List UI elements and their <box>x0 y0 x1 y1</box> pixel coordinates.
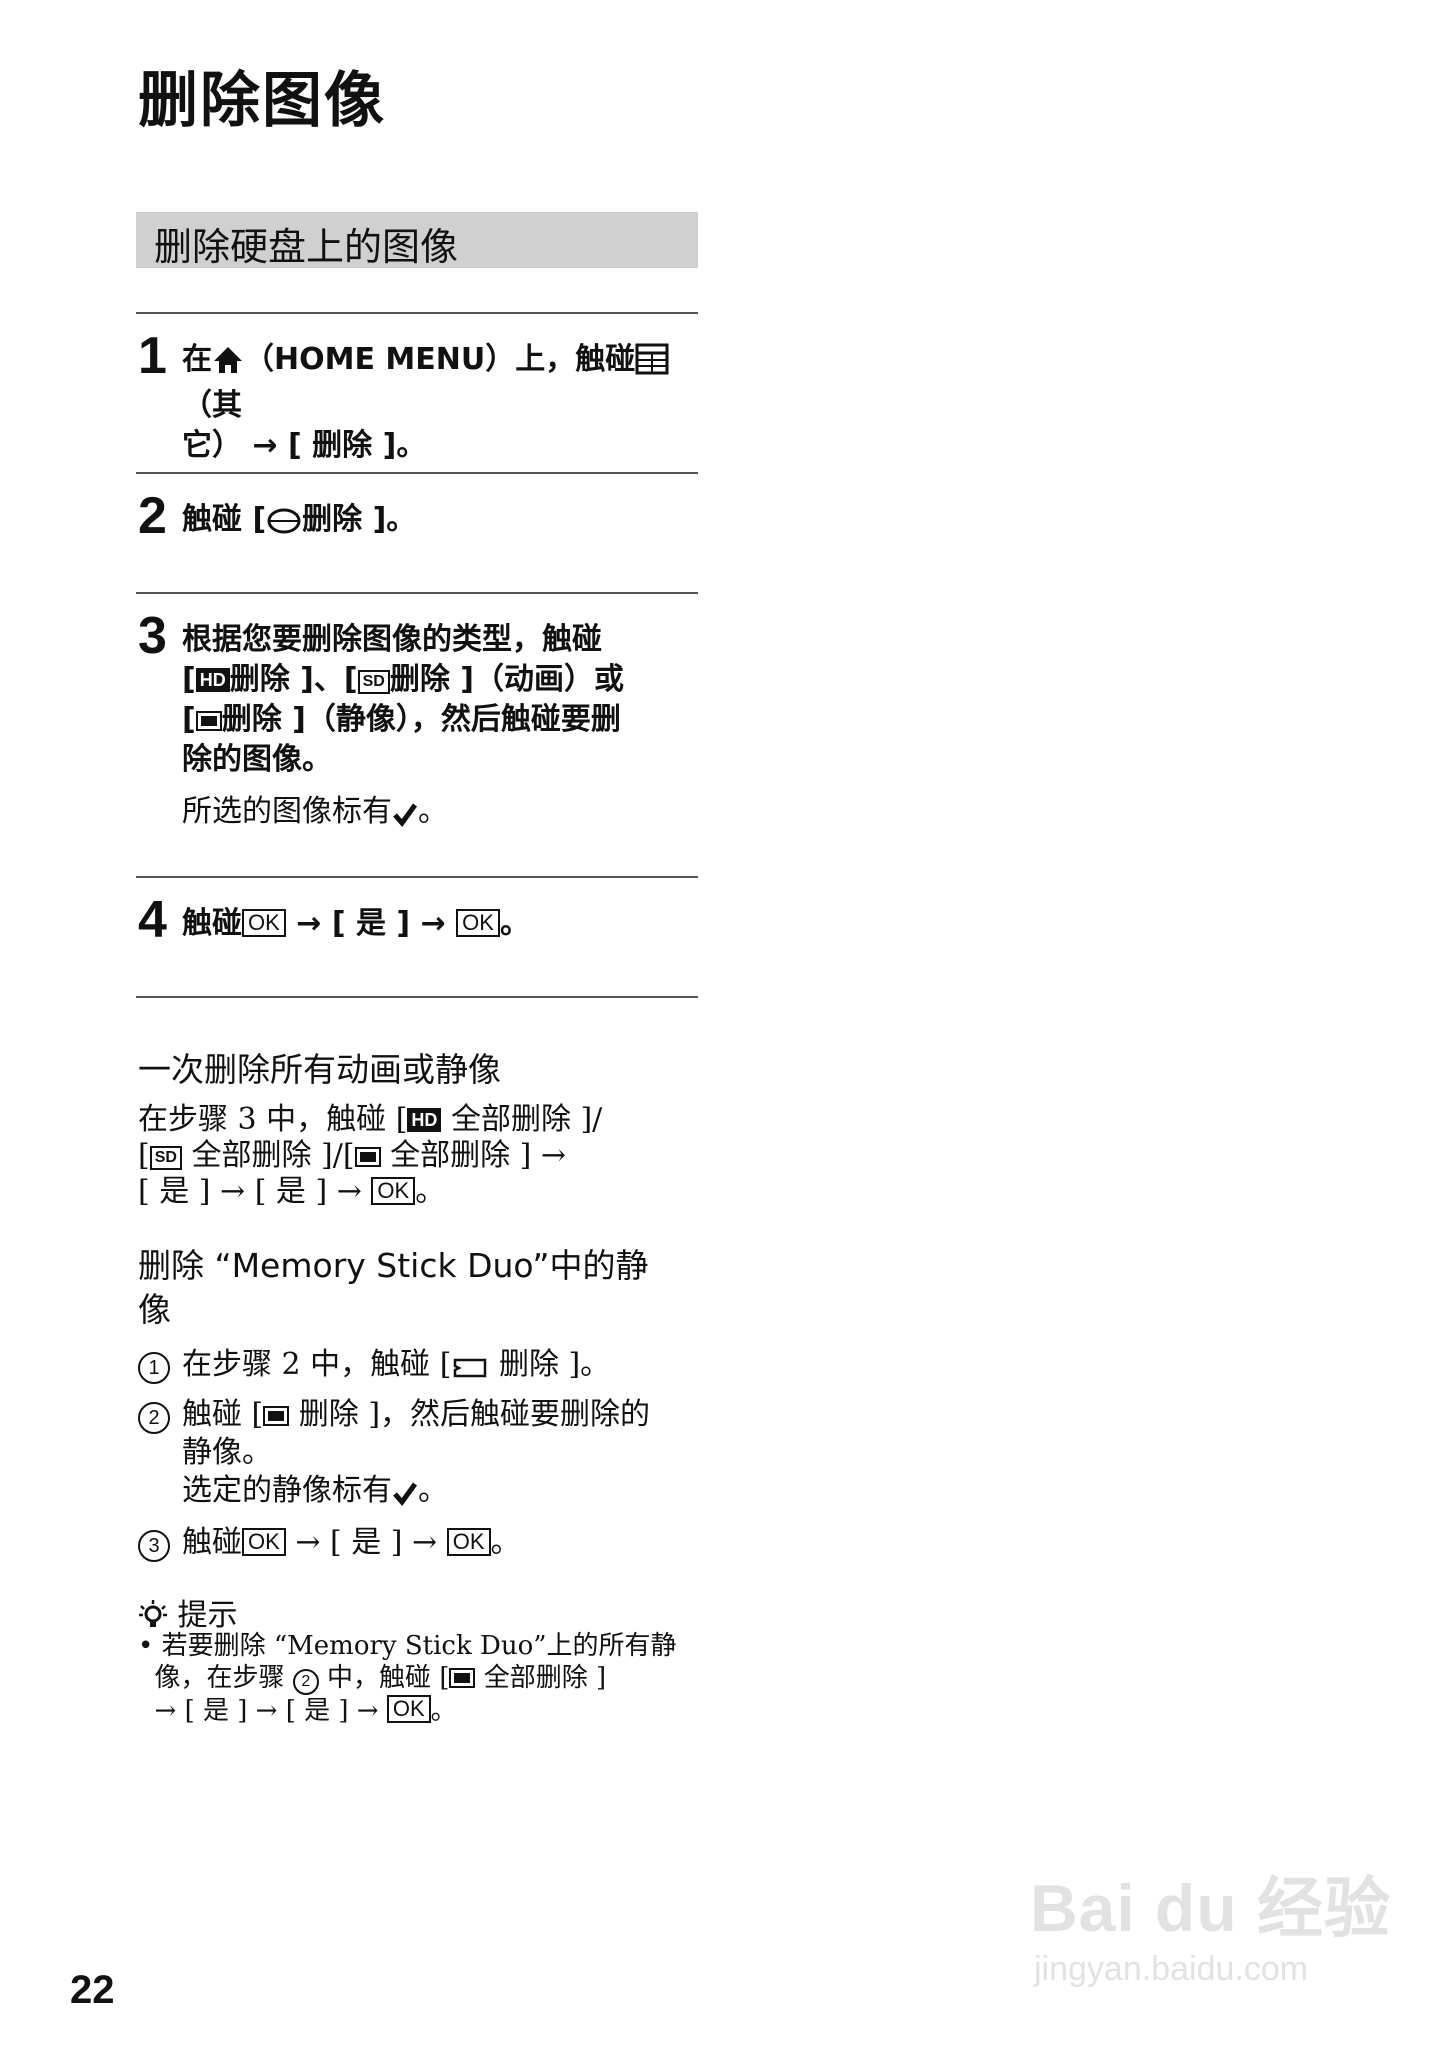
checkmark-icon <box>392 798 418 838</box>
hd-badge-icon: HD <box>407 1108 442 1132</box>
watermark-logo: Bai du 经验 <box>1030 1871 1392 1945</box>
still-image-icon <box>354 1147 381 1167</box>
memory-stick-heading: 删除 “Memory Stick Duo”中的静 像 <box>138 1246 649 1329</box>
list-item: 在步骤 2 中，触碰 [ 删除 ]。 <box>182 1346 702 1390</box>
bulk-delete-heading: 一次删除所有动画或静像 <box>138 1050 501 1089</box>
ok-button-icon: OK <box>242 1528 286 1556</box>
disc-icon <box>266 506 302 546</box>
step-circle-number: 2 <box>292 1669 319 1695</box>
page-number: 22 <box>70 1968 115 2012</box>
page-title: 删除图像 <box>138 66 386 136</box>
step-number: 4 <box>138 891 167 949</box>
ok-button-icon: OK <box>242 909 286 937</box>
hd-badge-icon: HD <box>195 668 230 692</box>
checkmark-icon <box>392 1478 418 1516</box>
list-item-number: 2 <box>138 1402 170 1434</box>
still-image-icon <box>263 1406 290 1426</box>
step-3-text: 根据您要删除图像的类型，触碰 [HD 删除 ]、[SD 删除 ]（动画）或 [删除 … <box>182 622 624 777</box>
divider <box>136 312 698 314</box>
memory-stick-icon <box>451 1352 489 1390</box>
step-1-text: 在（HOME MENU）上，触碰（其 它） → [ 删除 ]。 <box>182 340 700 466</box>
tip-text: • 若要删除 “Memory Stick Duo”上的所有静 像，在步骤 2 中… <box>138 1631 677 1726</box>
still-image-icon <box>195 711 222 731</box>
home-icon <box>212 345 244 386</box>
list-item-number: 1 <box>138 1352 170 1384</box>
still-image-icon <box>449 1668 476 1688</box>
divider <box>136 876 698 878</box>
list-item: 触碰 [ 删除 ]，然后触碰要删除的 静像。 选定的静像标有。 <box>182 1396 702 1516</box>
sd-badge-icon: SD <box>149 1146 182 1170</box>
list-item: 触碰 OK → [ 是 ] → OK。 <box>182 1525 521 1560</box>
step-number: 2 <box>138 487 167 545</box>
step-3-note: 所选的图像标有。 <box>182 792 448 838</box>
sd-badge-icon: SD <box>357 670 390 694</box>
list-item-number: 3 <box>138 1530 170 1562</box>
divider <box>136 472 698 474</box>
ok-button-icon: OK <box>386 1695 431 1723</box>
step-2-text: 触碰 [删除 ]。 <box>182 500 700 546</box>
ok-button-icon: OK <box>456 909 500 937</box>
ok-button-icon: OK <box>371 1177 416 1205</box>
watermark-url: jingyan.baidu.com <box>1034 1950 1309 1988</box>
ok-button-icon: OK <box>446 1528 491 1556</box>
section-title: 删除硬盘上的图像 <box>154 225 459 269</box>
bulk-delete-text: 在步骤 3 中，触碰 [HD 全部删除 ]/ [SD 全部删除 ]/[ 全部删除… <box>138 1102 603 1209</box>
step-4-text: 触碰 OK → [ 是 ] → OK。 <box>182 906 530 941</box>
step-number: 1 <box>138 327 167 385</box>
other-menu-icon <box>635 343 669 386</box>
divider <box>136 996 698 998</box>
step-number: 3 <box>138 607 167 665</box>
divider <box>136 592 698 594</box>
